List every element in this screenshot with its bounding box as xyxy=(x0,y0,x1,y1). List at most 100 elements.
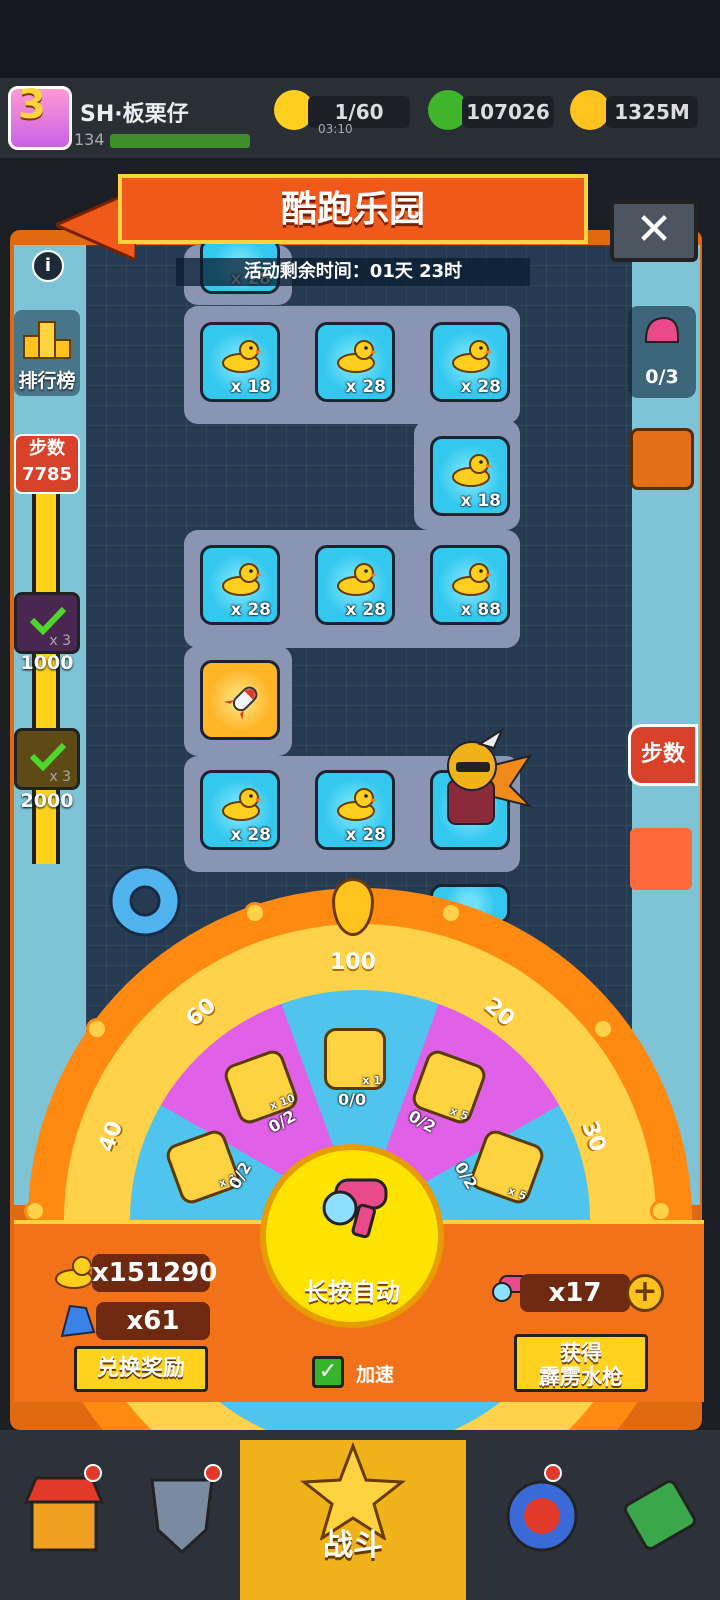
tile-count: x 18 xyxy=(230,377,271,397)
coin-counter: 1325M xyxy=(606,96,698,128)
shop-icon[interactable] xyxy=(630,828,692,890)
milestone-reward[interactable]: x 3 xyxy=(14,592,80,654)
tile-count: x 28 xyxy=(460,377,501,397)
tile-count: x 88 xyxy=(460,600,501,620)
flipper-icon xyxy=(60,1304,96,1338)
duck-icon xyxy=(452,563,493,596)
duck-icon xyxy=(337,340,378,373)
nav-tab-gear[interactable] xyxy=(124,1460,240,1580)
player-name: SH·板栗仔 xyxy=(80,102,189,127)
flipper-count: x61 xyxy=(96,1302,210,1340)
get-water-gun-button[interactable]: 获得 霹雳水枪 xyxy=(514,1334,648,1392)
item-count: x 1 xyxy=(362,1074,381,1087)
item-count: x 5 xyxy=(448,1104,471,1123)
tile-count: x 28 xyxy=(230,825,271,845)
duck-icon xyxy=(337,788,378,821)
board-tile: x 88 xyxy=(430,545,510,625)
board-tile: x 28 xyxy=(200,770,280,850)
add-water-gun-button[interactable]: + xyxy=(626,1274,664,1312)
helmet-icon xyxy=(645,316,679,343)
board-tile: x 18 xyxy=(200,322,280,402)
notification-badge xyxy=(544,1464,562,1482)
nav-tab-event[interactable] xyxy=(484,1460,600,1580)
item-progress: 0/0 xyxy=(338,1090,367,1109)
notification-badge xyxy=(84,1464,102,1482)
get-water-gun-line2: 霹雳水枪 xyxy=(539,1365,623,1389)
steps-button[interactable]: 步数 xyxy=(628,724,698,786)
duck-icon xyxy=(337,563,378,596)
board-tile: x 28 xyxy=(315,770,395,850)
treasure-chest-icon[interactable] xyxy=(630,428,694,490)
duck-icon xyxy=(222,788,263,821)
tile-count: x 18 xyxy=(460,491,501,511)
leaderboard-label: 排行榜 xyxy=(18,370,76,392)
water-gun-icon xyxy=(322,1178,388,1239)
nav-tab-shop[interactable] xyxy=(6,1460,122,1580)
wheel-light xyxy=(650,1200,672,1222)
steps-counter: 步数 7785 xyxy=(14,434,80,494)
event-title: 酷跑乐园 xyxy=(280,189,425,230)
swim-ring-icon xyxy=(109,865,181,937)
board-tile: x 18 xyxy=(430,436,510,516)
wheel-light xyxy=(592,1018,614,1040)
tile-count: x 28 xyxy=(345,825,386,845)
shop-icon xyxy=(23,1476,105,1552)
wheel-segment-label: 100 xyxy=(330,950,376,975)
wheel-light xyxy=(244,902,266,924)
tile-count: x 28 xyxy=(230,600,271,620)
get-water-gun-line1: 获得 xyxy=(560,1341,602,1365)
nav-tab-more[interactable] xyxy=(602,1460,718,1580)
steps-value: 7785 xyxy=(21,464,73,485)
medal-icon xyxy=(506,1480,578,1552)
energy-timer: 03:10 xyxy=(318,122,353,136)
player-level: 3 xyxy=(18,82,46,128)
item-count: x 5 xyxy=(506,1184,529,1203)
scroll-icon xyxy=(623,1480,697,1550)
board-tile: x 28 xyxy=(315,322,395,402)
duck-icon xyxy=(222,563,263,596)
tile-count: x 28 xyxy=(345,377,386,397)
xp-progress-bar xyxy=(110,134,250,148)
coin-icon[interactable] xyxy=(570,90,610,130)
checkmark-icon xyxy=(29,606,67,635)
player-character xyxy=(447,727,534,825)
wheel-light xyxy=(86,1018,108,1040)
board-tile: x 28 xyxy=(430,322,510,402)
board-tile: x 28 xyxy=(200,545,280,625)
milestone-value: 1000 xyxy=(20,652,74,674)
milestone-reward[interactable]: x 3 xyxy=(14,728,80,790)
duck-icon xyxy=(452,340,493,373)
exchange-reward-button[interactable]: 兑换奖励 xyxy=(74,1346,208,1392)
duck-icon xyxy=(222,340,263,373)
gem-counter: 107026 xyxy=(462,96,554,128)
podium-icon xyxy=(23,321,71,359)
milestone-multiplier: x 3 xyxy=(49,769,71,785)
system-status-bar xyxy=(0,0,720,78)
checkmark-icon xyxy=(29,742,67,771)
info-icon[interactable]: i xyxy=(32,250,64,282)
milestone-multiplier: x 3 xyxy=(49,633,71,649)
player-xp: 134 xyxy=(74,130,105,149)
speed-checkbox[interactable]: ✓ xyxy=(312,1356,344,1388)
wheel-light xyxy=(440,902,462,924)
wheel-item-gift-box: x 1 xyxy=(324,1028,386,1090)
rocket-tile xyxy=(200,660,280,740)
close-icon: ✕ xyxy=(635,204,673,255)
spin-auto-label: 长按自动 xyxy=(304,1278,400,1306)
duck-icon xyxy=(55,1256,96,1289)
nav-battle-label: 战斗 xyxy=(323,1528,383,1563)
water-gun-count: x17 xyxy=(520,1274,630,1312)
tile-count: x 28 xyxy=(345,600,386,620)
speed-label: 加速 xyxy=(356,1364,395,1386)
steps-label: 步数 xyxy=(29,438,65,459)
collection-progress: 0/3 xyxy=(645,366,679,388)
wheel-light xyxy=(24,1200,46,1222)
board-tile: x 28 xyxy=(315,545,395,625)
duck-icon xyxy=(452,454,493,487)
duck-count: x151290 xyxy=(92,1254,217,1292)
rocket-icon xyxy=(223,686,258,721)
notification-badge xyxy=(204,1464,222,1482)
milestone-value: 2000 xyxy=(20,790,74,812)
armor-icon xyxy=(150,1478,214,1555)
close-button[interactable]: ✕ xyxy=(610,200,698,262)
